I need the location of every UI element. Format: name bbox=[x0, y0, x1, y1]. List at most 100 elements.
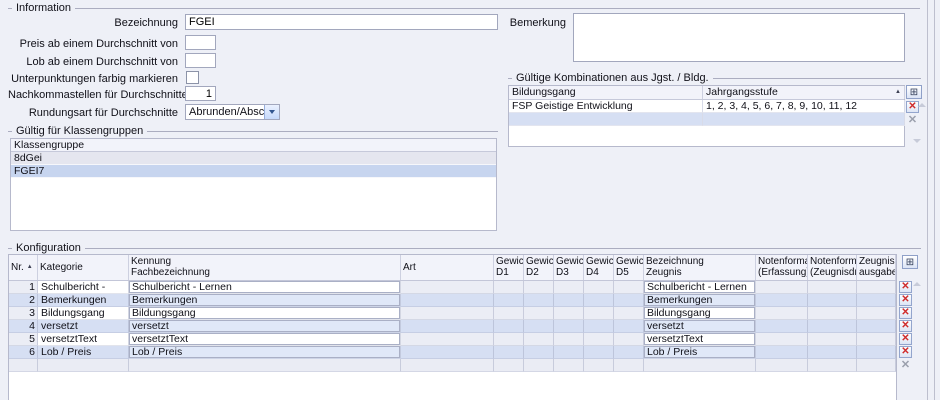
column-header-gewicht-d5[interactable]: GewichtD5 bbox=[614, 255, 644, 280]
vertical-splitter[interactable] bbox=[927, 0, 928, 400]
cell-kennung[interactable]: Lob / Preis bbox=[129, 346, 401, 359]
cell-gewicht-d4[interactable] bbox=[584, 346, 614, 359]
table-row-empty[interactable] bbox=[9, 359, 896, 372]
column-header-kennung[interactable]: KennungFachbezeichnung bbox=[129, 255, 401, 280]
table-row[interactable]: 6 Lob / Preis Lob / Preis Lob / Preis bbox=[9, 346, 896, 359]
cell-gewicht-d4[interactable] bbox=[584, 281, 614, 294]
cell-notenformat-erfassung[interactable] bbox=[756, 333, 808, 346]
cell-gewicht-d2[interactable] bbox=[524, 281, 554, 294]
cell-gewicht-d4[interactable] bbox=[584, 333, 614, 346]
cell-gewicht-d1[interactable] bbox=[494, 307, 524, 320]
cell-nr[interactable]: 5 bbox=[9, 333, 38, 346]
cell-notenformat-zeugnisdruck[interactable] bbox=[808, 346, 857, 359]
cell-nr[interactable]: 1 bbox=[9, 281, 38, 294]
cell-zeugnisausgabe[interactable] bbox=[857, 346, 896, 359]
rundungsart-dropdown-button[interactable] bbox=[264, 105, 279, 119]
column-header-kategorie[interactable]: Kategorie bbox=[38, 255, 129, 280]
cell-notenformat-zeugnisdruck[interactable] bbox=[808, 294, 857, 307]
cell-gewicht-d1[interactable] bbox=[494, 333, 524, 346]
cell-zeugnisausgabe[interactable] bbox=[857, 359, 896, 372]
cell-notenformat-zeugnisdruck[interactable] bbox=[808, 359, 857, 372]
cell-gewicht-d5[interactable] bbox=[614, 346, 644, 359]
cell-notenformat-zeugnisdruck[interactable] bbox=[808, 320, 857, 333]
cell-gewicht-d4[interactable] bbox=[584, 307, 614, 320]
vertical-splitter[interactable] bbox=[934, 0, 935, 400]
rundungsart-select[interactable]: Abrunden/Abschneiden bbox=[185, 104, 280, 120]
cell-notenformat-erfassung[interactable] bbox=[756, 320, 808, 333]
lob-input[interactable] bbox=[185, 53, 216, 68]
cell-gewicht-d3[interactable] bbox=[554, 281, 584, 294]
cell-notenformat-zeugnisdruck[interactable] bbox=[808, 333, 857, 346]
cell-kategorie[interactable]: versetzt bbox=[38, 320, 129, 333]
cell-gewicht-d5[interactable] bbox=[614, 294, 644, 307]
cell-art[interactable] bbox=[401, 359, 494, 372]
nachkommastellen-input[interactable] bbox=[185, 86, 216, 101]
table-row[interactable]: 3 Bildungsgang Bildungsgang Bildungsgang bbox=[9, 307, 896, 320]
cell-kennung[interactable]: Schulbericht - Lernen bbox=[129, 281, 401, 294]
cell-jahrgangsstufe[interactable] bbox=[703, 113, 905, 126]
cell-gewicht-d4[interactable] bbox=[584, 320, 614, 333]
cell-art[interactable] bbox=[401, 320, 494, 333]
cell-kennung[interactable]: versetztText bbox=[129, 333, 401, 346]
scroll-up-icon[interactable] bbox=[918, 103, 926, 107]
cell-nr[interactable]: 6 bbox=[9, 346, 38, 359]
column-header-gewicht-d3[interactable]: GewichtD3 bbox=[554, 255, 584, 280]
cell-kennung[interactable] bbox=[129, 359, 401, 372]
cell-gewicht-d3[interactable] bbox=[554, 294, 584, 307]
cell-bezeichnung-zeugnis[interactable] bbox=[644, 359, 756, 372]
delete-row-button[interactable]: ✕ bbox=[899, 281, 912, 293]
cell-gewicht-d3[interactable] bbox=[554, 333, 584, 346]
column-header-art[interactable]: Art bbox=[401, 255, 494, 280]
table-row[interactable]: FSP Geistige Entwicklung 1, 2, 3, 4, 5, … bbox=[509, 100, 905, 113]
cell-nr[interactable] bbox=[9, 359, 38, 372]
cell-zeugnisausgabe[interactable] bbox=[857, 281, 896, 294]
scroll-down-icon[interactable] bbox=[913, 139, 921, 143]
cell-bezeichnung-zeugnis[interactable]: versetztText bbox=[644, 333, 756, 346]
cell-gewicht-d2[interactable] bbox=[524, 307, 554, 320]
table-row[interactable]: 4 versetzt versetzt versetzt bbox=[9, 320, 896, 333]
column-header-gewicht-d1[interactable]: GewichtD1 bbox=[494, 255, 524, 280]
cell-gewicht-d5[interactable] bbox=[614, 333, 644, 346]
cell-art[interactable] bbox=[401, 307, 494, 320]
delete-row-button[interactable]: ✕ bbox=[899, 346, 912, 358]
cell-zeugnisausgabe[interactable] bbox=[857, 333, 896, 346]
column-header-gewicht-d2[interactable]: GewichtD2 bbox=[524, 255, 554, 280]
column-header-zeugnisausgabe[interactable]: Zeugnis-ausgabe bbox=[857, 255, 896, 280]
column-header-nr[interactable]: Nr.▲ bbox=[9, 255, 38, 280]
column-chooser-button[interactable]: ⊞ bbox=[906, 85, 922, 99]
cell-bezeichnung-zeugnis[interactable]: versetzt bbox=[644, 320, 756, 333]
cell-notenformat-zeugnisdruck[interactable] bbox=[808, 281, 857, 294]
column-header-notenformat-zeugnisdruck[interactable]: Notenformat(Zeugnisdruck) bbox=[808, 255, 857, 280]
cell-nr[interactable]: 4 bbox=[9, 320, 38, 333]
cell-jahrgangsstufe[interactable]: 1, 2, 3, 4, 5, 6, 7, 8, 9, 10, 11, 12 bbox=[703, 100, 905, 113]
cell-bezeichnung-zeugnis[interactable]: Bildungsgang bbox=[644, 307, 756, 320]
unterpunktungen-checkbox[interactable] bbox=[186, 71, 199, 84]
delete-row-button[interactable]: ✕ bbox=[899, 320, 912, 332]
cell-kennung[interactable]: Bemerkungen bbox=[129, 294, 401, 307]
delete-row-button[interactable]: ✕ bbox=[899, 294, 912, 306]
column-header-jahrgangsstufe[interactable]: Jahrgangsstufe ▲ bbox=[703, 86, 905, 99]
cell-kategorie[interactable]: Schulbericht - Lernen bbox=[38, 281, 129, 294]
scroll-up-icon[interactable] bbox=[913, 282, 921, 286]
cell-kategorie[interactable]: Bildungsgang bbox=[38, 307, 129, 320]
cell-gewicht-d3[interactable] bbox=[554, 320, 584, 333]
cell-gewicht-d1[interactable] bbox=[494, 359, 524, 372]
cell-gewicht-d5[interactable] bbox=[614, 320, 644, 333]
cell-bezeichnung-zeugnis[interactable]: Lob / Preis bbox=[644, 346, 756, 359]
column-chooser-button[interactable]: ⊞ bbox=[902, 255, 918, 269]
column-header-notenformat-erfassung[interactable]: Notenformat(Erfassung) bbox=[756, 255, 808, 280]
cell-kategorie[interactable] bbox=[38, 359, 129, 372]
cell-notenformat-erfassung[interactable] bbox=[756, 346, 808, 359]
cell-bezeichnung-zeugnis[interactable]: Bemerkungen bbox=[644, 294, 756, 307]
cell-bildungsgang[interactable]: FSP Geistige Entwicklung bbox=[509, 100, 703, 113]
cell-gewicht-d1[interactable] bbox=[494, 320, 524, 333]
cell-bildungsgang[interactable] bbox=[509, 113, 703, 126]
cell-nr[interactable]: 2 bbox=[9, 294, 38, 307]
column-header-bezeichnung-zeugnis[interactable]: BezeichnungZeugnis bbox=[644, 255, 756, 280]
cell-gewicht-d2[interactable] bbox=[524, 333, 554, 346]
cell-gewicht-d5[interactable] bbox=[614, 281, 644, 294]
cell-gewicht-d4[interactable] bbox=[584, 359, 614, 372]
cell-kategorie[interactable]: versetztText bbox=[38, 333, 129, 346]
list-item-selected[interactable]: FGEI7 bbox=[11, 165, 496, 178]
column-header-gewicht-d4[interactable]: GewichtD4 bbox=[584, 255, 614, 280]
